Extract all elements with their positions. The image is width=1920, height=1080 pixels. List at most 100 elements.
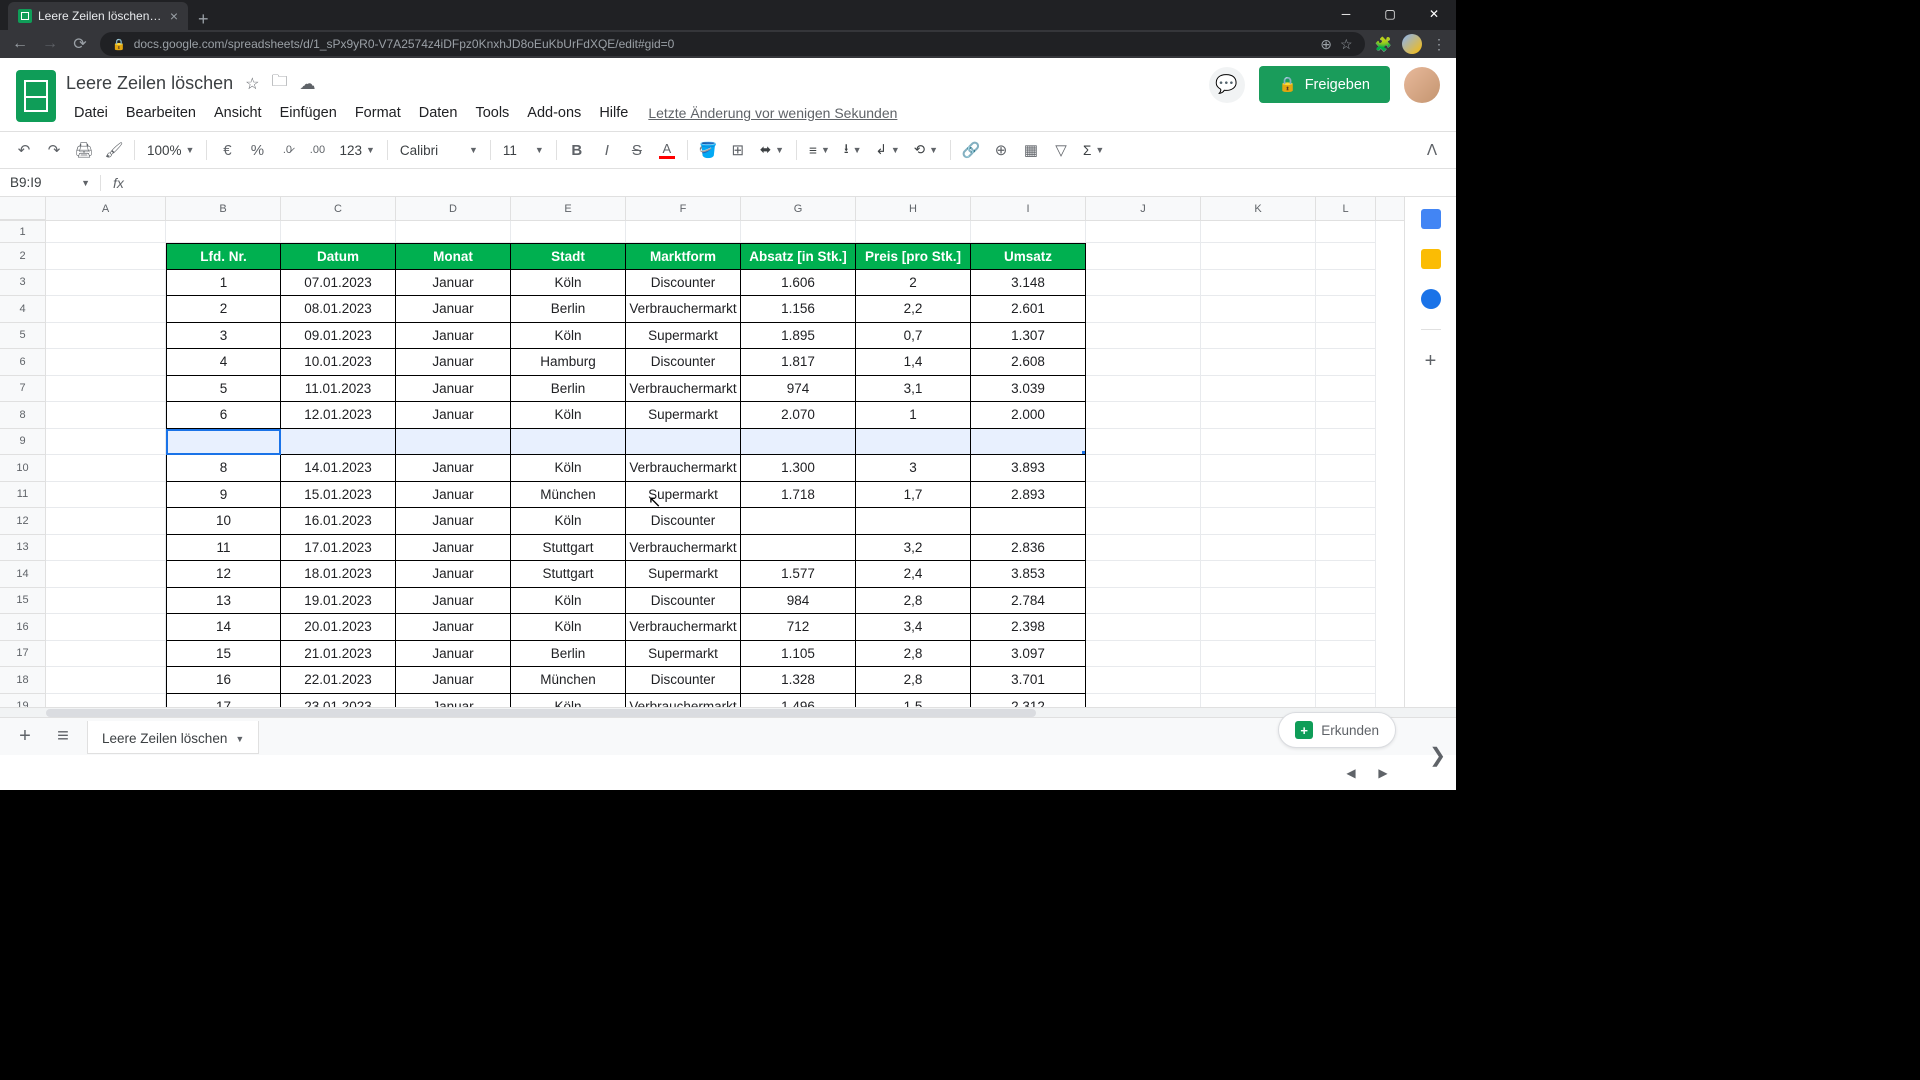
- table-cell[interactable]: 4: [166, 349, 281, 376]
- table-cell[interactable]: [856, 508, 971, 535]
- table-cell[interactable]: Köln: [511, 588, 626, 615]
- cloud-status-icon[interactable]: ☁: [299, 74, 315, 94]
- borders-button[interactable]: ⊞: [724, 136, 752, 164]
- table-cell[interactable]: [511, 429, 626, 456]
- grid-cell[interactable]: [1316, 402, 1376, 429]
- table-cell[interactable]: [511, 221, 626, 243]
- name-box[interactable]: B9:I9 ▼: [0, 175, 100, 190]
- move-icon[interactable]: 🗀: [271, 70, 287, 97]
- formula-input[interactable]: [136, 175, 1456, 190]
- name-box-dropdown-icon[interactable]: ▼: [81, 178, 90, 188]
- grid-cell[interactable]: [1201, 614, 1316, 641]
- table-cell[interactable]: 1.300: [741, 455, 856, 482]
- table-cell[interactable]: 17.01.2023: [281, 535, 396, 562]
- spreadsheet-grid[interactable]: ABCDEFGHIJKL 12Lfd. Nr.DatumMonatStadtMa…: [0, 197, 1404, 707]
- link-button[interactable]: 🔗: [957, 136, 985, 164]
- table-cell[interactable]: Discounter: [626, 508, 741, 535]
- column-header[interactable]: D: [396, 197, 511, 220]
- number-format-select[interactable]: 123▼: [333, 143, 380, 158]
- column-header[interactable]: J: [1086, 197, 1201, 220]
- table-cell[interactable]: 14: [166, 614, 281, 641]
- menu-help[interactable]: Hilfe: [591, 101, 636, 125]
- add-addon-icon[interactable]: +: [1425, 350, 1437, 373]
- table-cell[interactable]: [281, 221, 396, 243]
- grid-cell[interactable]: [1316, 270, 1376, 297]
- grid-cell[interactable]: [1086, 614, 1201, 641]
- table-cell[interactable]: 712: [741, 614, 856, 641]
- print-button[interactable]: 🖨: [70, 136, 98, 164]
- grid-cell[interactable]: [46, 455, 166, 482]
- grid-cell[interactable]: [46, 641, 166, 668]
- table-cell[interactable]: Januar: [396, 667, 511, 694]
- bold-button[interactable]: B: [563, 136, 591, 164]
- grid-cell[interactable]: [1086, 349, 1201, 376]
- star-icon[interactable]: ☆: [245, 74, 259, 94]
- table-cell[interactable]: 1,5: [856, 694, 971, 708]
- table-cell[interactable]: 1.496: [741, 694, 856, 708]
- paint-format-button[interactable]: 🖌: [100, 136, 128, 164]
- grid-cell[interactable]: [1086, 482, 1201, 509]
- table-cell[interactable]: 1: [166, 270, 281, 297]
- table-cell[interactable]: Januar: [396, 455, 511, 482]
- grid-cell[interactable]: [1316, 296, 1376, 323]
- table-cell[interactable]: Supermarkt: [626, 641, 741, 668]
- grid-cell[interactable]: [1086, 641, 1201, 668]
- grid-cell[interactable]: [1086, 455, 1201, 482]
- undo-button[interactable]: ↶: [10, 136, 38, 164]
- table-cell[interactable]: 1.156: [741, 296, 856, 323]
- table-cell[interactable]: 1.895: [741, 323, 856, 350]
- grid-cell[interactable]: [1316, 667, 1376, 694]
- table-cell[interactable]: Supermarkt: [626, 323, 741, 350]
- row-header[interactable]: 16: [0, 614, 46, 641]
- table-cell[interactable]: Köln: [511, 455, 626, 482]
- table-cell[interactable]: [166, 221, 281, 243]
- menu-tools[interactable]: Tools: [467, 101, 517, 125]
- percent-button[interactable]: %: [243, 136, 271, 164]
- row-header[interactable]: 17: [0, 641, 46, 668]
- sheet-tab[interactable]: Leere Zeilen löschen ▼: [88, 721, 258, 754]
- table-cell[interactable]: Verbrauchermarkt: [626, 296, 741, 323]
- browser-tab[interactable]: Leere Zeilen löschen - Google Ta ×: [8, 2, 188, 30]
- grid-cell[interactable]: [46, 221, 166, 243]
- back-button[interactable]: ←: [10, 35, 30, 53]
- menu-addons[interactable]: Add-ons: [519, 101, 589, 125]
- menu-insert[interactable]: Einfügen: [272, 101, 345, 125]
- row-header[interactable]: 18: [0, 667, 46, 694]
- table-cell[interactable]: 1.718: [741, 482, 856, 509]
- show-side-panel-button[interactable]: ❯: [1429, 743, 1446, 768]
- valign-button[interactable]: ⭳▼: [838, 139, 868, 162]
- grid-cell[interactable]: [1316, 221, 1376, 243]
- functions-button[interactable]: Σ▼: [1077, 143, 1110, 158]
- table-cell[interactable]: 1.577: [741, 561, 856, 588]
- table-cell[interactable]: 23.01.2023: [281, 694, 396, 708]
- grid-cell[interactable]: [1201, 694, 1316, 708]
- table-cell[interactable]: Januar: [396, 694, 511, 708]
- table-cell[interactable]: Supermarkt: [626, 402, 741, 429]
- table-cell[interactable]: Verbrauchermarkt: [626, 535, 741, 562]
- row-header[interactable]: 10: [0, 455, 46, 482]
- grid-cell[interactable]: [1316, 508, 1376, 535]
- table-cell[interactable]: Verbrauchermarkt: [626, 376, 741, 403]
- table-cell[interactable]: [741, 508, 856, 535]
- table-cell[interactable]: 3.893: [971, 455, 1086, 482]
- font-select[interactable]: Calibri▼: [394, 143, 484, 158]
- add-sheet-button[interactable]: +: [12, 725, 38, 748]
- row-header[interactable]: 7: [0, 376, 46, 403]
- table-cell[interactable]: 15.01.2023: [281, 482, 396, 509]
- grid-cell[interactable]: [1086, 667, 1201, 694]
- menu-format[interactable]: Format: [347, 101, 409, 125]
- grid-cell[interactable]: [46, 508, 166, 535]
- table-cell[interactable]: 2.312: [971, 694, 1086, 708]
- table-cell[interactable]: 2.893: [971, 482, 1086, 509]
- grid-cell[interactable]: [1201, 482, 1316, 509]
- table-cell[interactable]: 5: [166, 376, 281, 403]
- table-cell[interactable]: 2.784: [971, 588, 1086, 615]
- table-header-cell[interactable]: Lfd. Nr.: [166, 243, 281, 270]
- table-cell[interactable]: 2: [856, 270, 971, 297]
- table-header-cell[interactable]: Absatz [in Stk.]: [741, 243, 856, 270]
- column-header[interactable]: I: [971, 197, 1086, 220]
- grid-cell[interactable]: [1201, 455, 1316, 482]
- grid-cell[interactable]: [1201, 667, 1316, 694]
- table-header-cell[interactable]: Datum: [281, 243, 396, 270]
- table-cell[interactable]: 20.01.2023: [281, 614, 396, 641]
